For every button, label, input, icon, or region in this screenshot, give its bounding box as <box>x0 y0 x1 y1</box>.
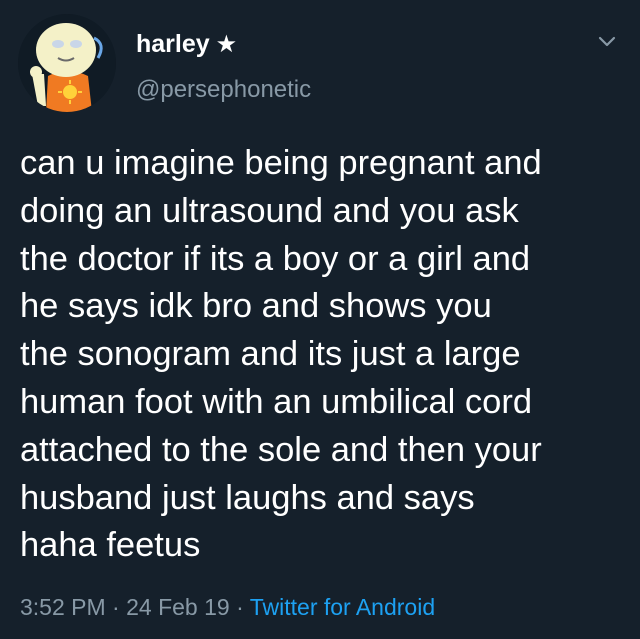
chevron-down-icon[interactable] <box>596 30 618 52</box>
name-row: harley ★ <box>136 30 237 59</box>
meta-separator: · <box>236 594 244 620</box>
tweet-time[interactable]: 3:52 PM <box>20 594 106 620</box>
avatar-illustration <box>18 14 116 112</box>
tweet-text: can u imagine being pregnant and doing a… <box>20 144 542 565</box>
tweet-date[interactable]: 24 Feb 19 <box>126 594 230 620</box>
avatar[interactable] <box>18 14 116 112</box>
user-handle[interactable]: @persephonetic <box>136 76 311 104</box>
star-icon: ★ <box>215 30 238 58</box>
display-name[interactable]: harley <box>136 30 210 59</box>
tweet-meta: 3:52 PM · 24 Feb 19 · Twitter for Androi… <box>20 594 435 621</box>
meta-separator: · <box>112 594 120 620</box>
tweet-source-link[interactable]: Twitter for Android <box>250 594 435 620</box>
tweet-card: harley ★ @persephonetic can u imagine be… <box>0 0 640 639</box>
